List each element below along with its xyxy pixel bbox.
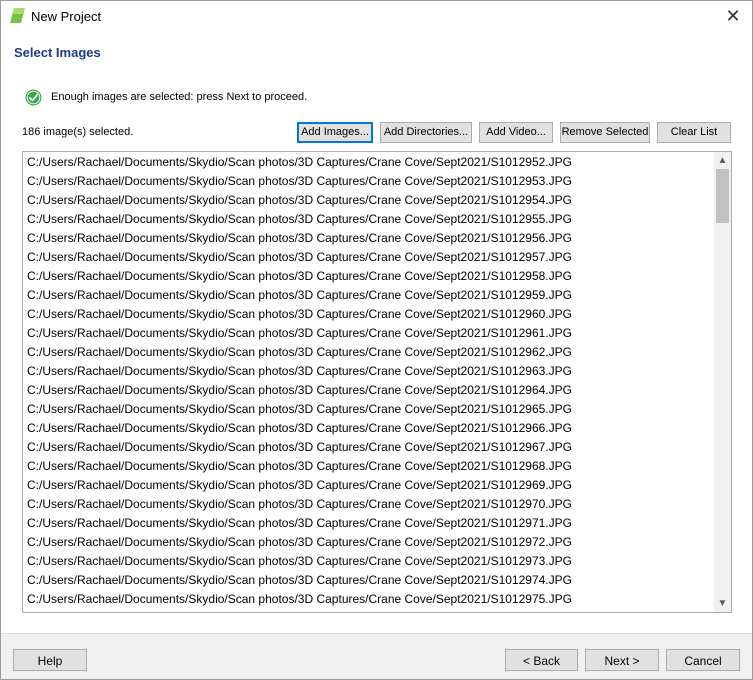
add-video-button[interactable]: Add Video... (479, 122, 553, 143)
list-item[interactable]: C:/Users/Rachael/Documents/Skydio/Scan p… (27, 590, 713, 609)
clear-list-button[interactable]: Clear List (657, 122, 731, 143)
list-item[interactable]: C:/Users/Rachael/Documents/Skydio/Scan p… (27, 267, 713, 286)
list-item[interactable]: C:/Users/Rachael/Documents/Skydio/Scan p… (27, 457, 713, 476)
close-icon[interactable]: ✕ (718, 1, 748, 31)
list-item[interactable]: C:/Users/Rachael/Documents/Skydio/Scan p… (27, 419, 713, 438)
list-item[interactable]: C:/Users/Rachael/Documents/Skydio/Scan p… (27, 229, 713, 248)
cancel-button[interactable]: Cancel (666, 649, 740, 671)
list-item[interactable]: C:/Users/Rachael/Documents/Skydio/Scan p… (27, 381, 713, 400)
list-item[interactable]: C:/Users/Rachael/Documents/Skydio/Scan p… (27, 533, 713, 552)
list-item[interactable]: C:/Users/Rachael/Documents/Skydio/Scan p… (27, 324, 713, 343)
status-text: Enough images are selected: press Next t… (51, 91, 308, 103)
title-bar: New Project ✕ (1, 1, 752, 33)
app-logo-icon (10, 8, 25, 23)
page-title: Select Images (14, 45, 101, 60)
list-item[interactable]: C:/Users/Rachael/Documents/Skydio/Scan p… (27, 362, 713, 381)
list-item[interactable]: C:/Users/Rachael/Documents/Skydio/Scan p… (27, 286, 713, 305)
list-item[interactable]: C:/Users/Rachael/Documents/Skydio/Scan p… (27, 305, 713, 324)
selection-count: 186 image(s) selected. (22, 126, 134, 138)
list-item[interactable]: C:/Users/Rachael/Documents/Skydio/Scan p… (27, 438, 713, 457)
remove-selected-button[interactable]: Remove Selected (560, 122, 650, 143)
image-list[interactable]: C:/Users/Rachael/Documents/Skydio/Scan p… (22, 151, 732, 613)
list-item[interactable]: C:/Users/Rachael/Documents/Skydio/Scan p… (27, 571, 713, 590)
list-item[interactable]: C:/Users/Rachael/Documents/Skydio/Scan p… (27, 343, 713, 362)
check-circle-icon (25, 89, 42, 106)
add-images-button[interactable]: Add Images... (297, 122, 373, 143)
list-item[interactable]: C:/Users/Rachael/Documents/Skydio/Scan p… (27, 210, 713, 229)
back-button[interactable]: < Back (505, 649, 578, 671)
vertical-scrollbar[interactable]: ▲ ▼ (714, 152, 731, 612)
list-item[interactable]: C:/Users/Rachael/Documents/Skydio/Scan p… (27, 191, 713, 210)
list-item[interactable]: C:/Users/Rachael/Documents/Skydio/Scan p… (27, 400, 713, 419)
scroll-up-icon[interactable]: ▲ (714, 152, 731, 169)
list-item[interactable]: C:/Users/Rachael/Documents/Skydio/Scan p… (27, 476, 713, 495)
scroll-thumb[interactable] (716, 169, 729, 223)
list-item[interactable]: C:/Users/Rachael/Documents/Skydio/Scan p… (27, 248, 713, 267)
list-item[interactable]: C:/Users/Rachael/Documents/Skydio/Scan p… (27, 552, 713, 571)
add-directories-button[interactable]: Add Directories... (380, 122, 472, 143)
list-item[interactable]: C:/Users/Rachael/Documents/Skydio/Scan p… (27, 495, 713, 514)
help-button[interactable]: Help (13, 649, 87, 671)
dialog-footer: Help < Back Next > Cancel (1, 633, 752, 679)
new-project-dialog: New Project ✕ Select Images Enough image… (0, 0, 753, 680)
window-title: New Project (31, 9, 102, 24)
list-item[interactable]: C:/Users/Rachael/Documents/Skydio/Scan p… (27, 514, 713, 533)
list-item[interactable]: C:/Users/Rachael/Documents/Skydio/Scan p… (27, 172, 713, 191)
scroll-down-icon[interactable]: ▼ (714, 595, 731, 612)
list-item[interactable]: C:/Users/Rachael/Documents/Skydio/Scan p… (27, 153, 713, 172)
next-button[interactable]: Next > (585, 649, 659, 671)
file-list: C:/Users/Rachael/Documents/Skydio/Scan p… (27, 153, 713, 609)
